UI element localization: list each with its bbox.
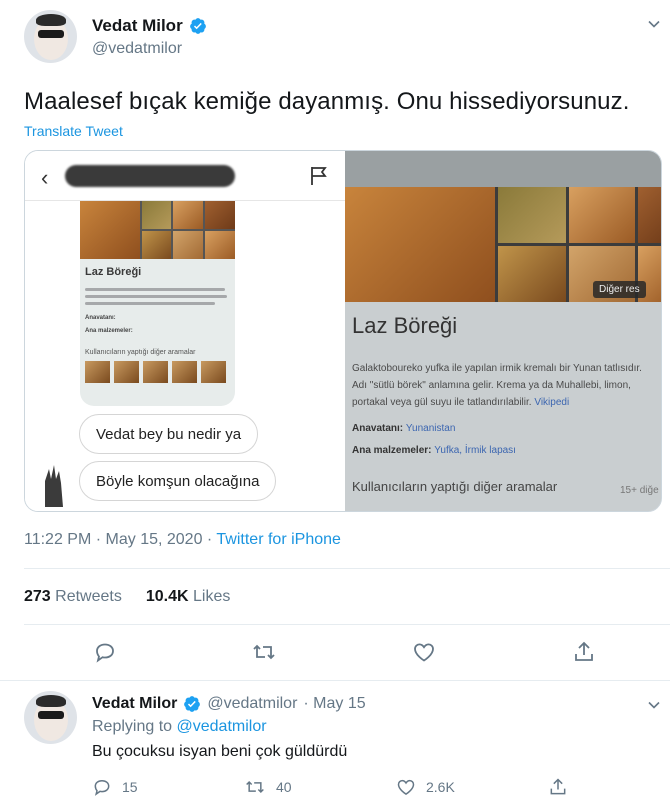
reply-author-name[interactable]: Vedat Milor @vedatmilor · May 15 xyxy=(92,695,366,713)
tweet-media[interactable]: ‹ Laz Böreği Anavatanı: Ana malzemeler: … xyxy=(24,150,662,512)
small-related-label: Kullanıcıların yaptığı diğer aramalar xyxy=(85,349,196,356)
reply-like-button[interactable]: 2.6K xyxy=(396,777,455,797)
reply-count: 15 xyxy=(122,779,138,795)
like-icon xyxy=(414,643,434,662)
chat-header: ‹ xyxy=(25,151,345,201)
big-origin: Anavatanı: Yunanistan xyxy=(352,423,456,434)
author-handle[interactable]: @vedatmilor xyxy=(92,40,182,58)
retweet-button[interactable] xyxy=(251,640,277,664)
sender-avatar-icon xyxy=(45,465,63,507)
author-avatar[interactable] xyxy=(24,10,77,63)
shared-search-result: Laz Böreği Anavatanı: Ana malzemeler: Ku… xyxy=(80,201,235,406)
flag-icon xyxy=(311,167,327,185)
reply-share-button[interactable] xyxy=(548,777,568,797)
more-images-badge: Diğer res xyxy=(593,281,646,298)
likes-stat[interactable]: 10.4K Likes xyxy=(146,588,231,606)
author-name[interactable]: Vedat Milor xyxy=(92,16,207,36)
big-desc-line-3: portakal veya gül suyu ile tatlandırılab… xyxy=(352,397,570,408)
reply-text: Bu çocuksu isyan beni çok güldürdü xyxy=(92,743,348,760)
reply-reply-button[interactable]: 15 xyxy=(92,777,138,797)
translate-tweet-link[interactable]: Translate Tweet xyxy=(24,123,123,139)
chevron-down-icon[interactable] xyxy=(647,17,661,31)
big-desc-line-1: Galaktoboureko yufka ile yapılan irmik k… xyxy=(352,363,642,374)
reply-icon xyxy=(96,643,114,663)
reply-author-avatar[interactable] xyxy=(24,691,77,744)
big-desc-line-2: Adı "sütlü börek" anlamına gelir. Krema … xyxy=(352,380,631,391)
reply-button[interactable] xyxy=(93,640,117,664)
tweet-source[interactable]: Twitter for iPhone xyxy=(216,531,341,548)
reply-author-handle[interactable]: @vedatmilor xyxy=(207,695,297,713)
verified-badge-icon xyxy=(189,18,206,34)
like-icon xyxy=(397,779,415,795)
reply-icon xyxy=(94,779,110,796)
food-image-grid xyxy=(80,201,235,259)
tweet-meta: 11:22 PM · May 15, 2020 · Twitter for iP… xyxy=(24,531,341,549)
big-result-title: Laz Böreği xyxy=(352,313,458,338)
tweet-timestamp[interactable]: 11:22 PM · May 15, 2020 · xyxy=(24,531,216,548)
replying-prefix: Replying to xyxy=(92,718,177,735)
reply-date[interactable]: · May 15 xyxy=(303,695,365,713)
retweet-icon xyxy=(253,644,275,660)
like-button[interactable] xyxy=(412,640,436,664)
retweet-count: 40 xyxy=(276,779,292,795)
media-screenshot-search[interactable]: Diğer res Laz Böreği Galaktoboureko yufk… xyxy=(345,151,661,511)
big-related-label: Kullanıcıların yaptığı diğer aramalar xyxy=(352,479,558,494)
big-ingredients: Ana malzemeler: Yufka, İrmik lapası xyxy=(352,445,516,456)
reply-retweet-button[interactable]: 40 xyxy=(244,777,292,797)
tweet-stats: 273 Retweets 10.4K Likes xyxy=(24,588,230,606)
chat-bubble-1: Vedat bey bu nedir ya xyxy=(79,414,259,454)
retweet-icon xyxy=(246,780,264,794)
retweets-stat[interactable]: 273 Retweets xyxy=(24,588,122,606)
tweet-text: Maalesef bıçak kemiğe dayanmış. Onu hiss… xyxy=(24,88,630,115)
share-icon xyxy=(550,778,566,795)
reply-author-name-text[interactable]: Vedat Milor xyxy=(92,695,177,713)
small-origin-label: Anavatanı: xyxy=(85,315,116,321)
share-button[interactable] xyxy=(572,640,596,664)
media-screenshot-chat[interactable]: ‹ Laz Böreği Anavatanı: Ana malzemeler: … xyxy=(25,151,345,511)
small-result-title: Laz Böreği xyxy=(85,266,142,278)
chevron-down-icon[interactable] xyxy=(647,698,661,712)
verified-badge-icon xyxy=(184,696,201,712)
replying-to: Replying to @vedatmilor xyxy=(92,718,267,736)
replying-handle[interactable]: @vedatmilor xyxy=(177,718,267,735)
back-chevron-icon: ‹ xyxy=(41,165,49,190)
chat-bubble-2: Böyle komşun olacağına xyxy=(79,461,277,501)
big-more-label: 15+ diğe da xyxy=(620,485,661,496)
author-name-text[interactable]: Vedat Milor xyxy=(92,16,183,36)
small-related-thumbs xyxy=(85,361,226,383)
like-count: 2.6K xyxy=(426,779,455,795)
small-ingredients-label: Ana malzemeler: xyxy=(85,328,133,334)
share-icon xyxy=(575,641,593,661)
redacted-name xyxy=(65,165,235,187)
